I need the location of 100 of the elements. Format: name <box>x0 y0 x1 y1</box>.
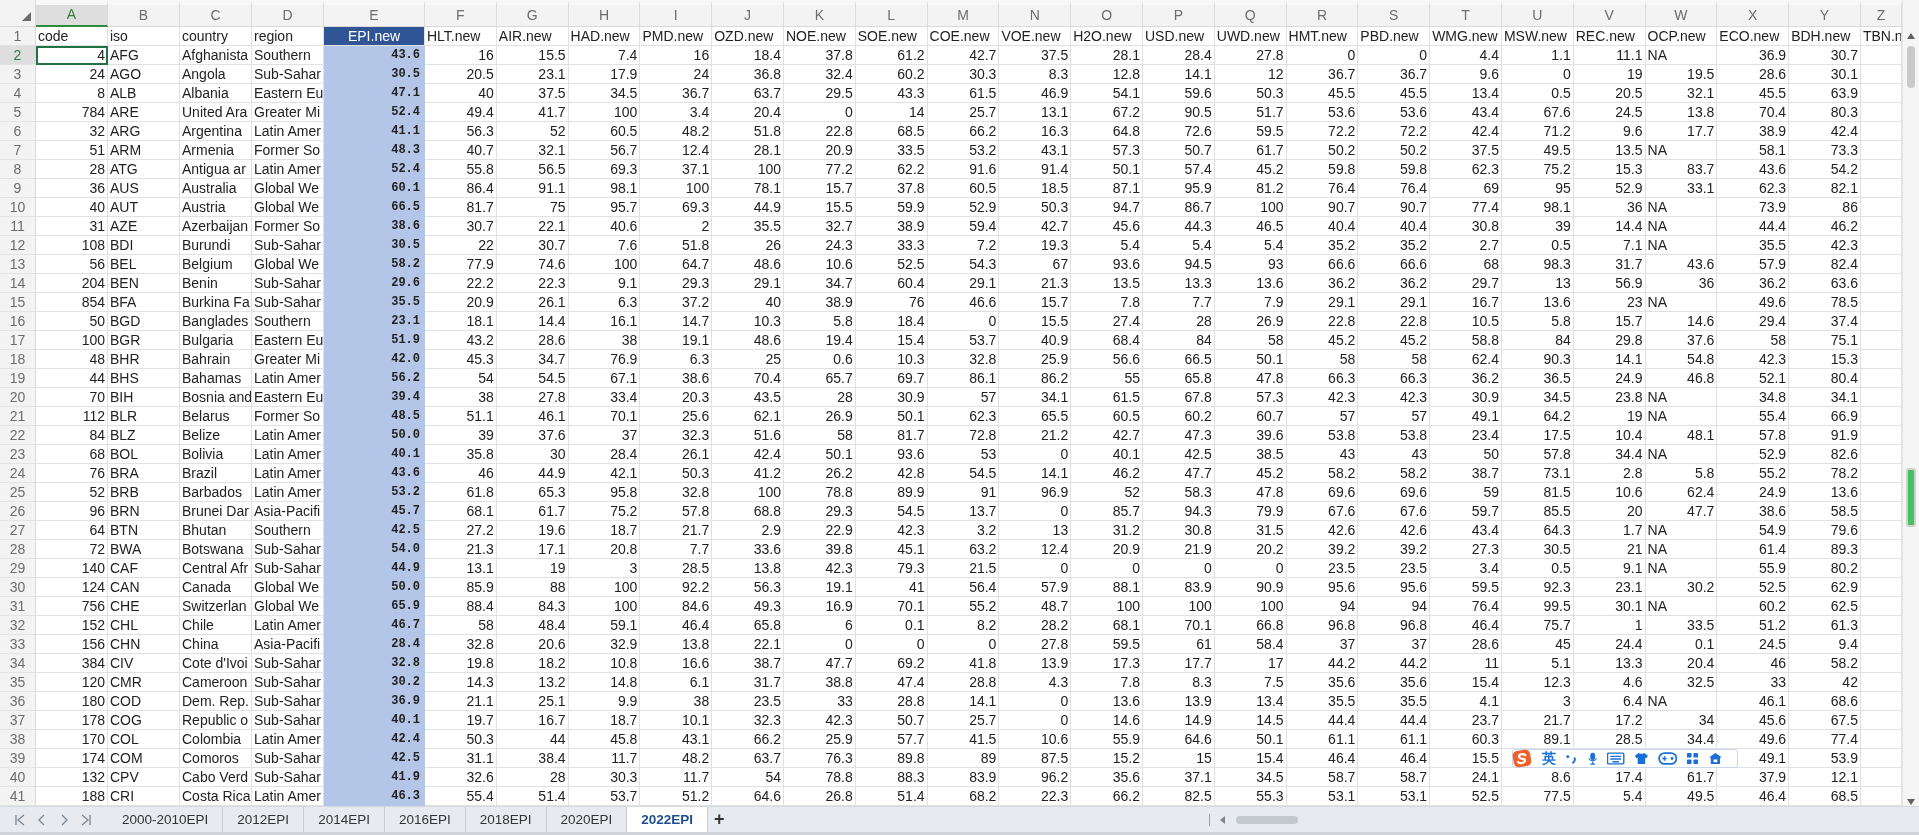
column-header[interactable]: L <box>855 0 928 27</box>
table-cell: Banglades <box>180 312 252 331</box>
sheet-tab[interactable]: 2012EPI <box>223 807 305 832</box>
sheet-tab[interactable]: 2000-2010EPI <box>108 807 224 832</box>
sheet-tab[interactable]: 2016EPI <box>384 807 466 832</box>
column-header[interactable]: A <box>36 0 108 27</box>
row-header[interactable]: 3 <box>0 65 36 84</box>
row-header[interactable]: 12 <box>0 236 36 255</box>
row-header[interactable]: 35 <box>0 673 36 692</box>
row-header[interactable]: 22 <box>0 426 36 445</box>
table-cell[interactable]: 4 <box>36 46 108 65</box>
row-header[interactable]: 40 <box>0 768 36 787</box>
row-header[interactable]: 33 <box>0 635 36 654</box>
row-header[interactable]: 21 <box>0 407 36 426</box>
column-header[interactable]: B <box>108 0 180 27</box>
row-header[interactable]: 11 <box>0 217 36 236</box>
table-cell: 42.4 <box>324 730 425 749</box>
row-header[interactable]: 9 <box>0 179 36 198</box>
table-cell: 87.1 <box>1071 179 1143 198</box>
table-cell: Bulgaria <box>180 331 252 350</box>
column-header[interactable]: W <box>1645 0 1718 27</box>
table-cell: 50.0 <box>324 426 425 445</box>
column-header[interactable]: J <box>712 0 784 27</box>
column-header[interactable]: Y <box>1789 0 1861 27</box>
table-cell: NA <box>1645 198 1718 217</box>
table-cell: 68.1 <box>1071 616 1143 635</box>
row-header[interactable]: 24 <box>0 464 36 483</box>
table-cell: 8.2 <box>927 616 1000 635</box>
input-mode-toggle[interactable]: 英 <box>1542 749 1556 768</box>
row-header[interactable]: 5 <box>0 103 36 122</box>
row-header[interactable]: 41 <box>0 787 36 806</box>
row-header[interactable]: 4 <box>0 84 36 103</box>
row-header[interactable]: 19 <box>0 369 36 388</box>
row-header[interactable]: 28 <box>0 540 36 559</box>
column-header[interactable]: U <box>1501 0 1574 27</box>
table-cell: 67.6 <box>1286 502 1359 521</box>
table-cell: 12.4 <box>640 141 713 160</box>
column-header[interactable]: X <box>1717 0 1790 27</box>
table-cell: 23.5 <box>1358 559 1431 578</box>
column-header[interactable]: O <box>1071 0 1143 27</box>
column-header[interactable]: C <box>180 0 252 27</box>
table-cell: 40 <box>425 84 497 103</box>
column-header[interactable]: I <box>640 0 713 27</box>
table-cell: 37.5 <box>496 84 569 103</box>
row-header[interactable]: 13 <box>0 255 36 274</box>
table-cell: 34.4 <box>1573 445 1646 464</box>
row-header[interactable]: 27 <box>0 521 36 540</box>
row-header[interactable]: 20 <box>0 388 36 407</box>
column-header[interactable]: G <box>496 0 569 27</box>
column-header[interactable]: H <box>568 0 641 27</box>
column-header[interactable]: K <box>784 0 856 27</box>
row-header[interactable]: 29 <box>0 559 36 578</box>
row-header[interactable]: 31 <box>0 597 36 616</box>
add-sheet-button[interactable]: + <box>708 807 731 832</box>
row-header[interactable]: 14 <box>0 274 36 293</box>
table-cell: 42.3 <box>1789 236 1861 255</box>
row-header[interactable]: 2 <box>0 46 36 65</box>
column-header[interactable]: S <box>1358 0 1431 27</box>
row-header[interactable]: 23 <box>0 445 36 464</box>
row-header[interactable]: 7 <box>0 141 36 160</box>
column-header[interactable]: M <box>927 0 1000 27</box>
row-header[interactable]: 38 <box>0 730 36 749</box>
table-cell: BTN <box>108 521 180 540</box>
row-header[interactable]: 34 <box>0 654 36 673</box>
table-cell: 67.1 <box>568 369 641 388</box>
column-header[interactable]: P <box>1142 0 1215 27</box>
column-header[interactable]: N <box>999 0 1072 27</box>
row-header[interactable]: 1 <box>0 27 36 46</box>
column-header[interactable]: E <box>324 0 425 27</box>
row-header[interactable]: 6 <box>0 122 36 141</box>
row-header[interactable]: 30 <box>0 578 36 597</box>
table-cell: 32.5 <box>1645 673 1718 692</box>
row-header[interactable]: 32 <box>0 616 36 635</box>
column-header[interactable]: Z <box>1860 0 1902 27</box>
row-header[interactable]: 16 <box>0 312 36 331</box>
row-header[interactable]: 18 <box>0 350 36 369</box>
row-header[interactable]: 15 <box>0 293 36 312</box>
row-header[interactable]: 8 <box>0 160 36 179</box>
column-header[interactable]: R <box>1286 0 1359 27</box>
column-header[interactable]: V <box>1573 0 1646 27</box>
table-cell: 13.8 <box>712 559 784 578</box>
sheet-tab[interactable]: 2018EPI <box>465 807 547 832</box>
table-cell: Angola <box>180 65 252 84</box>
row-header[interactable]: 26 <box>0 502 36 521</box>
table-cell: 93.6 <box>1071 255 1143 274</box>
row-header[interactable]: 25 <box>0 483 36 502</box>
table-cell: 78.8 <box>784 768 856 787</box>
column-header[interactable]: Q <box>1214 0 1287 27</box>
row-header[interactable]: 36 <box>0 692 36 711</box>
row-header[interactable]: 10 <box>0 198 36 217</box>
row-header[interactable]: 17 <box>0 331 36 350</box>
column-header[interactable]: F <box>425 0 497 27</box>
table-cell: NA <box>1645 388 1718 407</box>
column-header[interactable]: T <box>1430 0 1502 27</box>
row-header[interactable]: 37 <box>0 711 36 730</box>
row-header[interactable]: 39 <box>0 749 36 768</box>
sheet-tab[interactable]: 2022EPI <box>627 807 709 832</box>
sheet-tab[interactable]: 2014EPI <box>304 807 385 832</box>
table-cell: 32.9 <box>568 635 641 654</box>
column-header[interactable]: D <box>252 0 324 27</box>
